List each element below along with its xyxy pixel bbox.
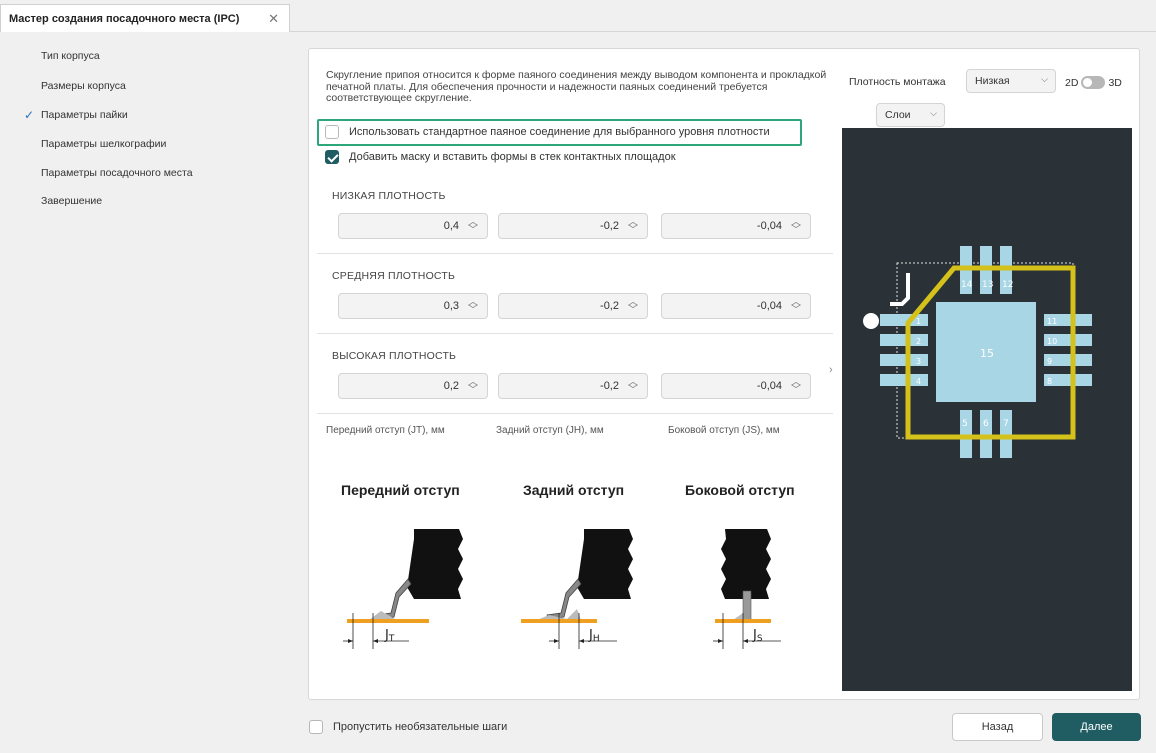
- check-icon: ✓: [24, 108, 35, 122]
- side-fillet-title: Боковой отступ: [685, 482, 795, 498]
- back-button[interactable]: Назад: [952, 713, 1043, 741]
- step-package-dimensions[interactable]: Размеры корпуса: [41, 80, 126, 92]
- svg-text:8: 8: [1047, 377, 1052, 386]
- front-fillet-diagram: JT: [343, 529, 463, 649]
- svg-text:4: 4: [916, 377, 921, 386]
- low-density-title: НИЗКАЯ ПЛОТНОСТЬ: [332, 190, 446, 202]
- tab-ipc-wizard[interactable]: Мастер создания посадочного места (IPC) …: [0, 4, 290, 32]
- divider: [317, 253, 833, 254]
- step-finish[interactable]: Завершение: [41, 195, 102, 207]
- skip-optional-label: Пропустить необязательные шаги: [333, 721, 508, 733]
- medium-jt-input[interactable]: 0,3 ︿ ﹀: [338, 293, 488, 319]
- spin-arrows-icon[interactable]: ︿ ﹀: [791, 298, 801, 316]
- description-text: Скругление припоя относится к форме паян…: [326, 69, 827, 104]
- spin-arrows-icon[interactable]: ︿ ﹀: [468, 218, 478, 236]
- high-js-input[interactable]: -0,04 ︿ ﹀: [661, 373, 811, 399]
- jt-column-label: Передний отступ (JT), мм: [326, 425, 445, 436]
- add-mask-checkbox[interactable]: [325, 150, 339, 164]
- spin-arrows-icon[interactable]: ︿ ﹀: [791, 378, 801, 396]
- jh-column-label: Задний отступ (JH), мм: [496, 425, 604, 436]
- close-icon[interactable]: ✕: [268, 11, 279, 27]
- high-density-title: ВЫСОКАЯ ПЛОТНОСТЬ: [332, 350, 457, 362]
- medium-density-title: СРЕДНЯЯ ПЛОТНОСТЬ: [332, 270, 456, 282]
- spin-arrows-icon[interactable]: ︿ ﹀: [628, 298, 638, 316]
- svg-text:2: 2: [916, 337, 921, 346]
- spin-arrows-icon[interactable]: ︿ ﹀: [468, 378, 478, 396]
- step-footprint-params[interactable]: Параметры посадочного места: [41, 167, 193, 179]
- svg-text:12: 12: [1002, 280, 1013, 290]
- step-solder-params[interactable]: ✓ Параметры пайки: [24, 108, 128, 122]
- js-label: JS: [752, 628, 763, 644]
- spin-arrows-icon[interactable]: ︿ ﹀: [628, 218, 638, 236]
- svg-text:6: 6: [983, 419, 989, 429]
- svg-text:13: 13: [982, 280, 993, 290]
- footprint-preview[interactable]: 12 13 14 5 6 7 1 2 3 4 11 10 9 8 15: [842, 128, 1132, 691]
- standard-joint-checkbox[interactable]: [325, 125, 339, 139]
- chevron-down-icon: ⌵: [930, 108, 937, 118]
- jt-label: JT: [384, 628, 395, 644]
- back-fillet-title: Задний отступ: [523, 482, 625, 498]
- divider: [317, 413, 833, 414]
- standard-joint-label: Использовать стандартное паяное соединен…: [349, 126, 770, 138]
- svg-text:5: 5: [962, 419, 968, 429]
- spin-arrows-icon[interactable]: ︿ ﹀: [791, 218, 801, 236]
- medium-js-input[interactable]: -0,04 ︿ ﹀: [661, 293, 811, 319]
- back-fillet-diagram: JH: [521, 529, 633, 649]
- high-jh-input[interactable]: -0,2 ︿ ﹀: [498, 373, 648, 399]
- spin-arrows-icon[interactable]: ︿ ﹀: [468, 298, 478, 316]
- add-mask-label: Добавить маску и вставить формы в стек к…: [349, 151, 676, 163]
- svg-text:11: 11: [1047, 317, 1057, 326]
- front-fillet-title: Передний отступ: [341, 482, 460, 498]
- standard-joint-option[interactable]: Использовать стандартное паяное соединен…: [325, 125, 770, 139]
- density-select[interactable]: Низкая ⌵: [966, 69, 1056, 93]
- footprint-svg: 12 13 14 5 6 7 1 2 3 4 11 10 9 8 15: [863, 246, 1092, 458]
- main-panel: Скругление припоя относится к форме паян…: [308, 48, 1140, 700]
- svg-text:9: 9: [1047, 357, 1052, 366]
- svg-text:10: 10: [1047, 337, 1057, 346]
- svg-text:7: 7: [1003, 419, 1009, 429]
- collapse-preview-icon[interactable]: ›: [829, 364, 833, 376]
- low-js-input[interactable]: -0,04 ︿ ﹀: [661, 213, 811, 239]
- add-mask-option[interactable]: Добавить маску и вставить формы в стек к…: [325, 150, 676, 164]
- svg-text:1: 1: [916, 317, 921, 326]
- step-package-type[interactable]: Тип корпуса: [41, 50, 100, 62]
- tab-bar: Мастер создания посадочного места (IPC) …: [0, 0, 1156, 32]
- side-fillet-diagram: JS: [713, 529, 781, 649]
- wizard-steps: Тип корпуса Размеры корпуса ✓ Параметры …: [0, 33, 300, 753]
- density-label: Плотность монтажа: [849, 76, 946, 88]
- next-button[interactable]: Далее: [1052, 713, 1141, 741]
- svg-text:3: 3: [916, 357, 921, 366]
- toggle-switch[interactable]: [1081, 76, 1106, 89]
- layers-select[interactable]: Слои ⌵: [876, 103, 945, 127]
- spin-arrows-icon[interactable]: ︿ ﹀: [628, 378, 638, 396]
- svg-text:14: 14: [961, 280, 973, 290]
- jh-label: JH: [588, 628, 600, 644]
- medium-jh-input[interactable]: -0,2 ︿ ﹀: [498, 293, 648, 319]
- chevron-down-icon: ⌵: [1041, 74, 1048, 84]
- step-silkscreen-params[interactable]: Параметры шелкографии: [41, 138, 166, 150]
- low-jt-input[interactable]: 0,4 ︿ ﹀: [338, 213, 488, 239]
- high-jt-input[interactable]: 0,2 ︿ ﹀: [338, 373, 488, 399]
- view-mode-toggle[interactable]: 2D 3D: [1065, 76, 1122, 89]
- divider: [317, 333, 833, 334]
- svg-text:15: 15: [980, 347, 994, 360]
- low-jh-input[interactable]: -0,2 ︿ ﹀: [498, 213, 648, 239]
- skip-optional-option[interactable]: Пропустить необязательные шаги: [309, 720, 507, 734]
- js-column-label: Боковой отступ (JS), мм: [668, 425, 780, 436]
- skip-optional-checkbox[interactable]: [309, 720, 323, 734]
- tab-title: Мастер создания посадочного места (IPC): [9, 12, 240, 25]
